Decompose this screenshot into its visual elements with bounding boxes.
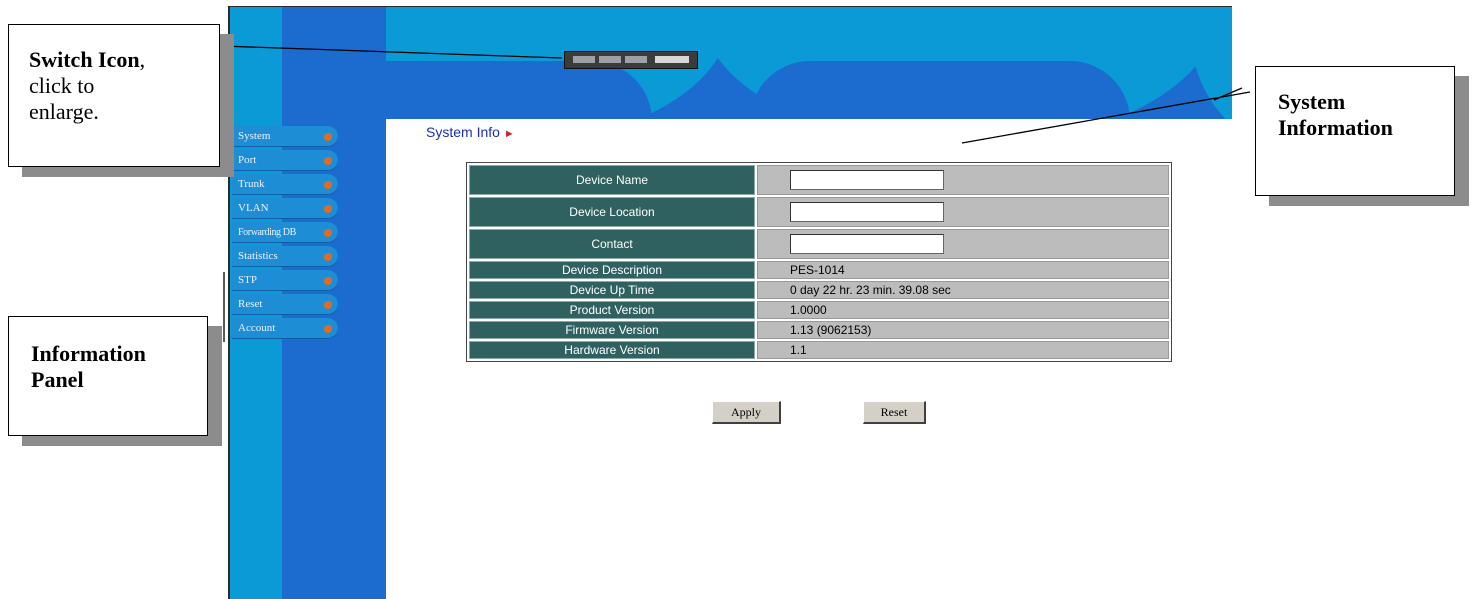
sidebar-item-label: Account: [238, 322, 276, 334]
table-row: Device Location: [469, 197, 1169, 227]
callout-text: enlarge.: [29, 99, 99, 124]
sidebar-item-label: VLAN: [238, 202, 269, 214]
field-value: [757, 229, 1169, 259]
callout-text: Panel: [31, 367, 84, 392]
field-value: [757, 197, 1169, 227]
sidebar-item-vlan[interactable]: VLAN: [232, 198, 338, 219]
system-info-table: Device Name Device Location Contact Devi…: [466, 162, 1172, 362]
sidebar-item-label: Reset: [238, 298, 263, 310]
table-row: Hardware Version 1.1: [469, 341, 1169, 359]
device-location-input[interactable]: [790, 202, 944, 222]
port-block: [599, 56, 621, 63]
table-row: Product Version 1.0000: [469, 301, 1169, 319]
callout-title: Switch Icon: [29, 47, 140, 72]
sidebar-item-reset[interactable]: Reset: [232, 294, 338, 315]
sidebar-item-label: Forwarding DB: [238, 227, 296, 238]
bullet-icon: [324, 229, 332, 237]
device-name-input[interactable]: [790, 170, 944, 190]
port-block: [573, 56, 595, 63]
bullet-icon: [324, 205, 332, 213]
callout-text: Information: [1278, 115, 1393, 140]
sidebar-item-label: System: [238, 130, 271, 142]
port-block: [655, 56, 689, 63]
sidebar-item-account[interactable]: Account: [232, 318, 338, 339]
callout-information-panel: Information Panel: [8, 316, 208, 436]
sidebar-item-stp[interactable]: STP: [232, 270, 338, 291]
sidebar-item-label: STP: [238, 274, 257, 286]
bullet-icon: [324, 253, 332, 261]
switch-icon[interactable]: [564, 51, 698, 69]
page-title: System Info ►: [426, 124, 515, 140]
callout-text: click to: [29, 73, 95, 98]
table-row: Device Description PES-1014: [469, 261, 1169, 279]
sidebar-item-label: Statistics: [238, 250, 278, 262]
sidebar-item-port[interactable]: Port: [232, 150, 338, 171]
sidebar-item-trunk[interactable]: Trunk: [232, 174, 338, 195]
sidebar-item-statistics[interactable]: Statistics: [232, 246, 338, 267]
field-label: Device Name: [469, 165, 755, 195]
contact-input[interactable]: [790, 234, 944, 254]
callout-system-information: System Information: [1255, 66, 1455, 196]
table-row: Contact: [469, 229, 1169, 259]
firmware-version-value: 1.13 (9062153): [757, 321, 1169, 339]
product-version-value: 1.0000: [757, 301, 1169, 319]
device-uptime-value: 0 day 22 hr. 23 min. 39.08 sec: [757, 281, 1169, 299]
arrow-right-icon: ►: [503, 128, 515, 140]
table-row: Device Up Time 0 day 22 hr. 23 min. 39.0…: [469, 281, 1169, 299]
sidebar-menu: System Port Trunk VLAN Forwarding DB Sta…: [232, 126, 338, 342]
bullet-icon: [324, 133, 332, 141]
field-value: [757, 165, 1169, 195]
bullet-icon: [324, 277, 332, 285]
field-label: Device Location: [469, 197, 755, 227]
page-title-text: System Info: [426, 124, 500, 140]
bullet-icon: [324, 301, 332, 309]
field-label: Device Description: [469, 261, 755, 279]
field-label: Product Version: [469, 301, 755, 319]
table-row: Firmware Version 1.13 (9062153): [469, 321, 1169, 339]
port-block: [625, 56, 647, 63]
field-label: Device Up Time: [469, 281, 755, 299]
table-row: Device Name: [469, 165, 1169, 195]
callout-switch-icon: Switch Icon, click to enlarge.: [8, 24, 220, 167]
bullet-icon: [324, 157, 332, 165]
reset-button[interactable]: Reset: [863, 401, 926, 424]
sidebar-item-label: Port: [238, 154, 257, 166]
callout-text: Information: [31, 341, 146, 366]
callout-text: ,: [139, 47, 146, 72]
sidebar-item-system[interactable]: System: [232, 126, 338, 147]
field-label: Contact: [469, 229, 755, 259]
apply-button[interactable]: Apply: [712, 401, 781, 424]
field-label: Firmware Version: [469, 321, 755, 339]
sidebar-item-forwarding-db[interactable]: Forwarding DB: [232, 222, 338, 243]
callout-text: System: [1278, 89, 1346, 114]
bullet-icon: [324, 325, 332, 333]
sidebar-item-label: Trunk: [238, 178, 265, 190]
bullet-icon: [324, 181, 332, 189]
field-label: Hardware Version: [469, 341, 755, 359]
hardware-version-value: 1.1: [757, 341, 1169, 359]
device-description-value: PES-1014: [757, 261, 1169, 279]
